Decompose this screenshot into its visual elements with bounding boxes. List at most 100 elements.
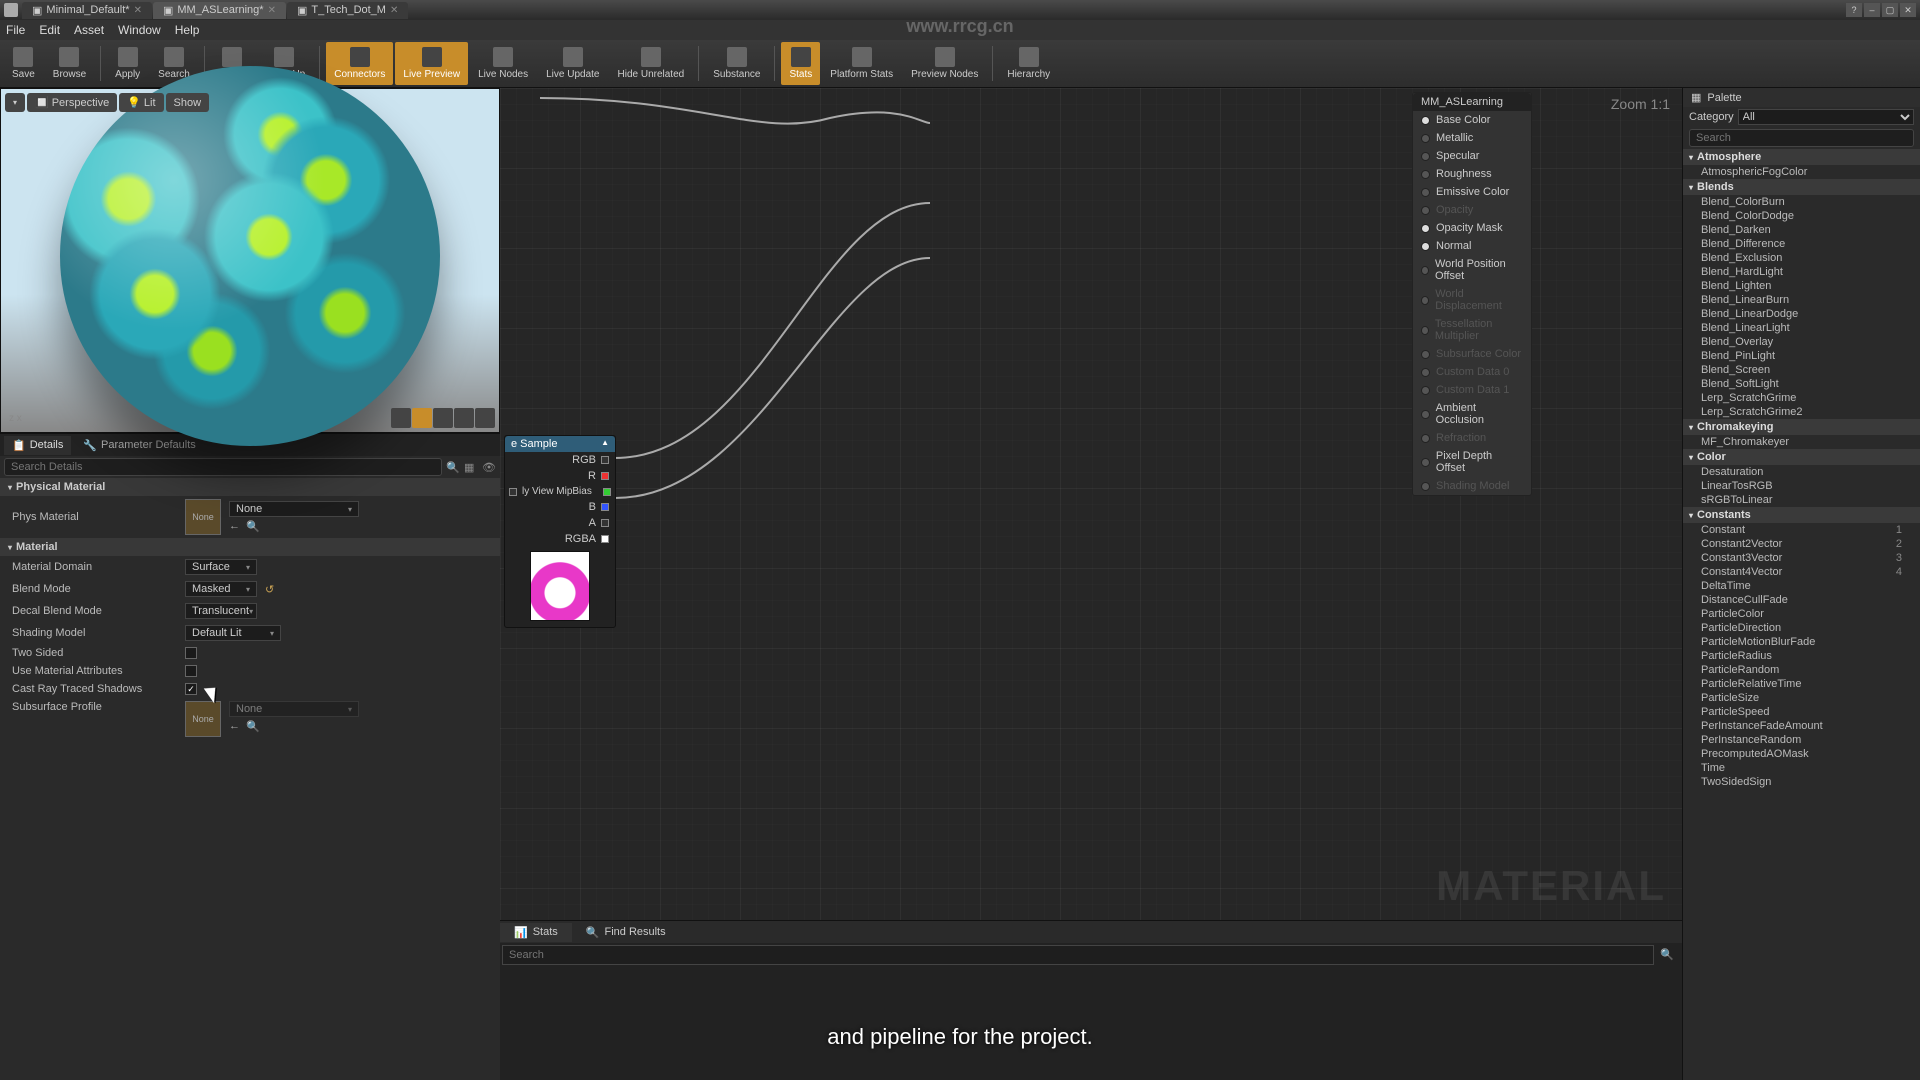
palette-item[interactable]: PrecomputedAOMask: [1683, 747, 1920, 761]
title-tab[interactable]: ▣MM_ASLearning*✕: [153, 2, 286, 19]
blend-mode-dropdown[interactable]: Masked▾: [185, 581, 257, 597]
palette-item[interactable]: MF_Chromakeyer: [1683, 435, 1920, 449]
palette-item[interactable]: TwoSidedSign: [1683, 775, 1920, 789]
output-pin-roughness[interactable]: Roughness: [1413, 165, 1531, 183]
platform-stats-button[interactable]: Platform Stats: [822, 42, 901, 85]
save-button[interactable]: Save: [4, 42, 43, 85]
hierarchy-button[interactable]: Hierarchy: [999, 42, 1058, 85]
palette-item[interactable]: Lerp_ScratchGrime: [1683, 391, 1920, 405]
palette-item[interactable]: Blend_LinearLight: [1683, 321, 1920, 335]
asset-back-icon-2[interactable]: ←: [229, 720, 240, 733]
two-sided-checkbox[interactable]: [185, 647, 197, 659]
browse-button[interactable]: Browse: [45, 42, 94, 85]
palette-item[interactable]: ParticleMotionBlurFade: [1683, 635, 1920, 649]
palette-item[interactable]: Blend_LinearBurn: [1683, 293, 1920, 307]
palette-item[interactable]: PerInstanceRandom: [1683, 733, 1920, 747]
subsurface-profile-thumbnail[interactable]: None: [185, 701, 221, 737]
palette-category-chromakeying[interactable]: Chromakeying: [1683, 419, 1920, 435]
palette-category-color[interactable]: Color: [1683, 449, 1920, 465]
stats-button[interactable]: Stats: [781, 42, 820, 85]
stats-search-input[interactable]: [502, 945, 1654, 965]
palette-item[interactable]: DeltaTime: [1683, 579, 1920, 593]
tab-stats[interactable]: 📊 Stats: [500, 923, 572, 942]
output-pin-metallic[interactable]: Metallic: [1413, 129, 1531, 147]
palette-category-blends[interactable]: Blends: [1683, 179, 1920, 195]
sample-g-out-socket[interactable]: [603, 488, 611, 496]
connectors-button[interactable]: Connectors: [326, 42, 393, 85]
preview-mesh-icon[interactable]: [475, 408, 495, 428]
filter-icon[interactable]: ▦: [464, 461, 478, 474]
output-pin-custom-data-1[interactable]: Custom Data 1: [1413, 381, 1531, 399]
apply-button[interactable]: Apply: [107, 42, 148, 85]
preview-cube-icon[interactable]: [454, 408, 474, 428]
material-output-node[interactable]: MM_ASLearning Base ColorMetallicSpecular…: [1412, 92, 1532, 496]
window-help-icon[interactable]: ?: [1846, 3, 1862, 17]
palette-item[interactable]: Blend_HardLight: [1683, 265, 1920, 279]
reset-icon[interactable]: ↺: [265, 583, 274, 596]
sample-mipbias-socket[interactable]: [509, 488, 517, 496]
palette-search-input[interactable]: [1689, 129, 1914, 147]
details-search-input[interactable]: [4, 458, 442, 476]
palette-item[interactable]: ParticleSize: [1683, 691, 1920, 705]
palette-item[interactable]: Blend_ColorDodge: [1683, 209, 1920, 223]
hide-unrelated-button[interactable]: Hide Unrelated: [610, 42, 693, 85]
palette-item[interactable]: ParticleRadius: [1683, 649, 1920, 663]
palette-item[interactable]: Blend_Exclusion: [1683, 251, 1920, 265]
output-pin-world-displacement[interactable]: World Displacement: [1413, 285, 1531, 315]
live-preview-button[interactable]: Live Preview: [395, 42, 468, 85]
palette-item[interactable]: ParticleColor: [1683, 607, 1920, 621]
stats-search-icon[interactable]: 🔍: [1654, 945, 1680, 965]
tab-details[interactable]: 📋 Details: [4, 436, 71, 455]
phys-material-dropdown[interactable]: None▾: [229, 501, 359, 517]
palette-item[interactable]: Constant3Vector3: [1683, 551, 1920, 565]
substance-button[interactable]: Substance: [705, 42, 768, 85]
viewport-lit-button[interactable]: 💡 Lit: [119, 93, 163, 112]
palette-item[interactable]: Blend_Screen: [1683, 363, 1920, 377]
asset-browse-icon[interactable]: 🔍: [246, 520, 260, 533]
palette-item[interactable]: Blend_Darken: [1683, 223, 1920, 237]
texture-sample-node[interactable]: e Sample▲ RGBR ly View MipBias BARGBA: [504, 435, 616, 628]
output-pin-specular[interactable]: Specular: [1413, 147, 1531, 165]
viewport-show-button[interactable]: Show: [166, 93, 210, 112]
sample-out-a[interactable]: A: [505, 515, 615, 531]
sample-out-r[interactable]: R: [505, 468, 615, 484]
live-update-button[interactable]: Live Update: [538, 42, 607, 85]
sample-out-rgb[interactable]: RGB: [505, 452, 615, 468]
output-pin-shading-model[interactable]: Shading Model: [1413, 477, 1531, 495]
preview-sphere-icon[interactable]: [412, 408, 432, 428]
asset-browse-icon-2[interactable]: 🔍: [246, 720, 260, 733]
asset-back-icon[interactable]: ←: [229, 520, 240, 533]
close-icon[interactable]: ✕: [1900, 3, 1916, 17]
live-nodes-button[interactable]: Live Nodes: [470, 42, 536, 85]
menu-help[interactable]: Help: [175, 23, 200, 37]
palette-category-dropdown[interactable]: All: [1738, 109, 1914, 125]
preview-cylinder-icon[interactable]: [391, 408, 411, 428]
output-pin-emissive-color[interactable]: Emissive Color: [1413, 183, 1531, 201]
search-icon[interactable]: 🔍: [446, 461, 460, 474]
output-pin-refraction[interactable]: Refraction: [1413, 429, 1531, 447]
title-tab[interactable]: ▣T_Tech_Dot_M✕: [287, 2, 408, 19]
palette-item[interactable]: Constant1: [1683, 523, 1920, 537]
minimize-icon[interactable]: –: [1864, 3, 1880, 17]
output-pin-normal[interactable]: Normal: [1413, 237, 1531, 255]
output-pin-subsurface-color[interactable]: Subsurface Color: [1413, 345, 1531, 363]
output-pin-opacity-mask[interactable]: Opacity Mask: [1413, 219, 1531, 237]
section-physical-material[interactable]: Physical Material: [0, 478, 500, 496]
palette-item[interactable]: ParticleSpeed: [1683, 705, 1920, 719]
palette-item[interactable]: DistanceCullFade: [1683, 593, 1920, 607]
sample-out-b[interactable]: B: [505, 499, 615, 515]
eye-icon[interactable]: 👁: [482, 461, 496, 474]
preview-plane-icon[interactable]: [433, 408, 453, 428]
palette-item[interactable]: Constant4Vector4: [1683, 565, 1920, 579]
output-pin-world-position-offset[interactable]: World Position Offset: [1413, 255, 1531, 285]
palette-item[interactable]: Blend_SoftLight: [1683, 377, 1920, 391]
maximize-icon[interactable]: ▢: [1882, 3, 1898, 17]
palette-item[interactable]: sRGBToLinear: [1683, 493, 1920, 507]
palette-item[interactable]: Desaturation: [1683, 465, 1920, 479]
output-pin-opacity[interactable]: Opacity: [1413, 201, 1531, 219]
output-pin-custom-data-0[interactable]: Custom Data 0: [1413, 363, 1531, 381]
viewport-menu-button[interactable]: ▾: [5, 93, 25, 112]
palette-item[interactable]: ParticleDirection: [1683, 621, 1920, 635]
palette-item[interactable]: ParticleRandom: [1683, 663, 1920, 677]
palette-item[interactable]: ParticleRelativeTime: [1683, 677, 1920, 691]
